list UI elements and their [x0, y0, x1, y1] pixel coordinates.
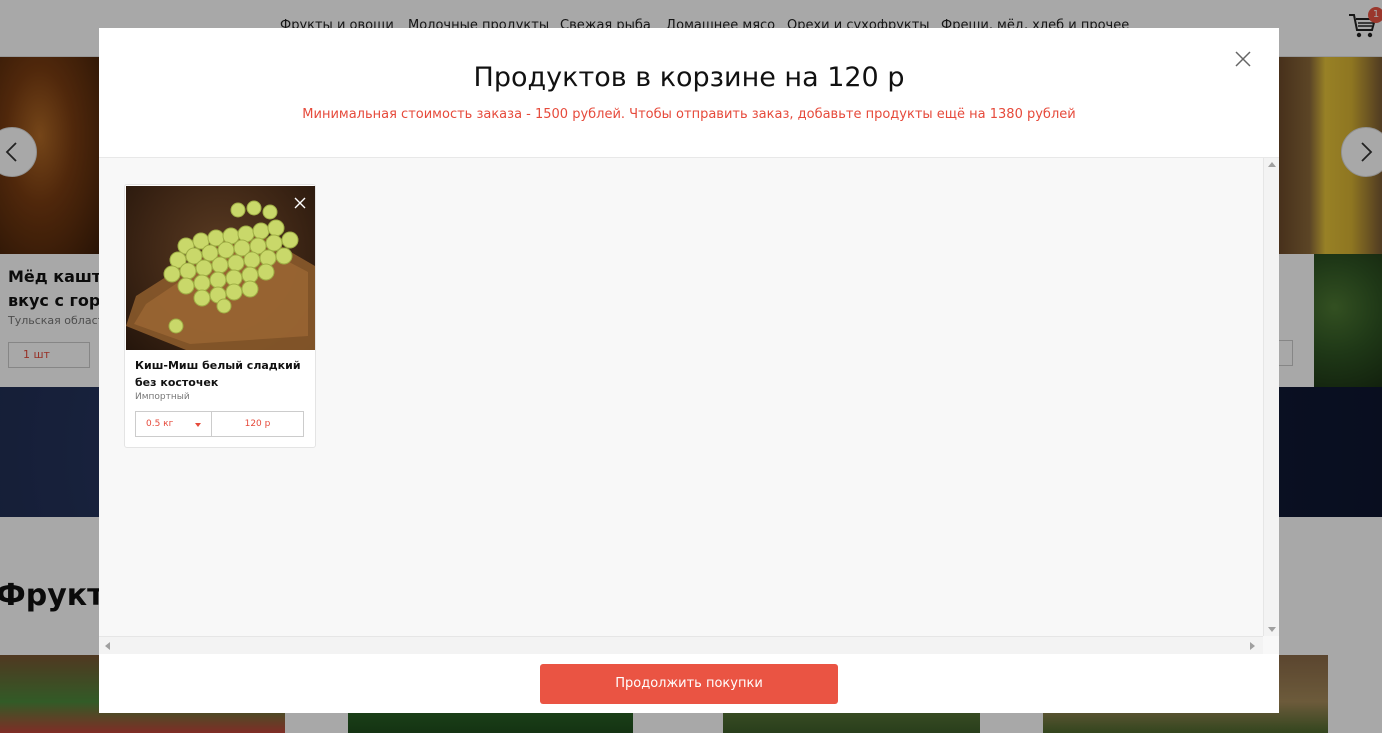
scroll-right-icon[interactable]: [1250, 642, 1255, 650]
scroll-up-icon[interactable]: [1268, 162, 1276, 167]
cart-item-origin: Импортный: [135, 392, 190, 402]
continue-shopping-button[interactable]: Продолжить покупки: [540, 664, 838, 704]
chevron-down-icon: [195, 423, 201, 427]
grapes-image: [126, 200, 315, 350]
cart-total-title: Продуктов в корзине на 120 р: [473, 62, 905, 93]
scroll-left-icon[interactable]: [105, 642, 110, 650]
cart-items-area: Киш-Миш белый сладкий без косточек Импор…: [99, 157, 1279, 654]
horizontal-scrollbar[interactable]: [99, 636, 1263, 654]
cart-item-name: Киш-Миш белый сладкий без косточек: [135, 359, 301, 389]
minimum-order-warning: Минимальная стоимость заказа - 1500 рубл…: [302, 107, 1076, 122]
remove-item-icon[interactable]: [293, 196, 307, 210]
vertical-scrollbar[interactable]: [1263, 158, 1279, 636]
cart-item-card: Киш-Миш белый сладкий без косточек Импор…: [124, 184, 316, 448]
quantity-value: 0.5 кг: [146, 419, 174, 429]
product-image-grapes: [126, 186, 315, 350]
cart-modal: Продуктов в корзине на 120 р Минимальная…: [99, 28, 1279, 713]
quantity-select[interactable]: 0.5 кг: [135, 411, 211, 437]
scroll-down-icon[interactable]: [1268, 627, 1276, 632]
cart-item-price: 120 р: [211, 411, 304, 437]
